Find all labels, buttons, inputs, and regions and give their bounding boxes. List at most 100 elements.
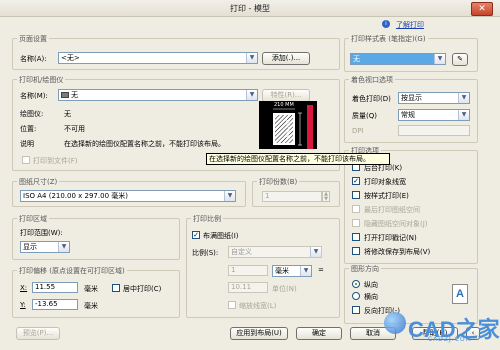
title-bar: 打印 - 模型 ✕: [0, 0, 500, 17]
orientation-preview-icon: A: [452, 284, 468, 304]
scale-lineweights-checkbox[interactable]: [228, 301, 236, 309]
plot-option-label: 最后打印图纸空间: [364, 206, 420, 214]
center-plot-checkbox[interactable]: [112, 284, 120, 292]
close-button[interactable]: ✕: [471, 2, 493, 16]
printer-name-label: 名称(M):: [20, 92, 48, 100]
offset-x-value: 11.55: [35, 283, 56, 291]
plot-option-label: 打印对象线宽: [364, 178, 406, 186]
scale-value1-input[interactable]: 1: [228, 265, 268, 276]
chevron-down-icon: ▼: [458, 93, 469, 103]
chevron-down-icon: ▼: [300, 266, 311, 276]
plotter-label: 绘图仪:: [20, 110, 44, 118]
printer-title: 打印机/绘图仪: [17, 75, 66, 85]
location-value: 不可用: [64, 125, 85, 133]
shade-plot-combo[interactable]: 按显示 ▼: [398, 92, 470, 104]
offset-x-input[interactable]: 11.55: [32, 282, 78, 293]
paper-size-combo[interactable]: ISO A4 (210.00 x 297.00 毫米) ▼: [20, 190, 236, 202]
plot-option-checkbox[interactable]: ✓: [352, 177, 360, 185]
what-to-plot-combo[interactable]: 显示 ▼: [20, 241, 70, 253]
paper-size-value: ISO A4 (210.00 x 297.00 毫米): [23, 192, 128, 200]
scale-value1: 1: [231, 266, 236, 274]
page-setup-title: 页面设置: [17, 34, 49, 44]
scale-unit2-label: 单位(N): [272, 285, 297, 293]
portrait-label: 纵向: [364, 281, 378, 289]
copies-value: 1: [265, 192, 270, 200]
copies-spinner[interactable]: ▲ ▼: [322, 191, 330, 202]
dpi-input[interactable]: [398, 125, 470, 136]
page-setup-name-combo[interactable]: <无> ▼: [58, 52, 258, 64]
plot-option-checkbox[interactable]: [352, 233, 360, 241]
plot-option-checkbox[interactable]: [352, 191, 360, 199]
pen-icon: ✎: [457, 55, 463, 63]
offset-x-unit: 毫米: [84, 285, 98, 293]
learn-printing-link[interactable]: 了解打印: [396, 20, 424, 30]
paper-size-title: 图纸尺寸(Z): [17, 177, 60, 187]
paper-height-dimension: 297 MM: [284, 119, 290, 139]
portrait-radio[interactable]: [352, 280, 360, 288]
plot-area-group: 打印区域: [12, 214, 180, 260]
print-to-file-label: 打印到文件(F): [33, 157, 78, 165]
print-to-file-checkbox[interactable]: [22, 156, 30, 164]
info-icon: i: [382, 20, 390, 28]
chevron-down-icon: ▼: [246, 53, 257, 63]
plot-option-label: 隐藏图纸空间对象(J): [364, 220, 428, 228]
paper-width-dimension: 210 MM: [274, 102, 294, 108]
chevron-down-icon: ▼: [224, 191, 235, 201]
chevron-down-icon: ▼: [458, 110, 469, 120]
ok-button[interactable]: 确定: [296, 327, 342, 340]
plot-option-checkbox[interactable]: [352, 205, 360, 213]
window-title: 打印 - 模型: [230, 4, 270, 13]
printer-name-combo[interactable]: 无 ▼: [58, 89, 258, 101]
orientation-letter: A: [456, 288, 464, 300]
plot-option-label: 按样式打印(E): [364, 192, 409, 200]
quality-label: 质量(Q): [352, 112, 377, 120]
printer-name-value: 无: [71, 91, 78, 99]
landscape-radio[interactable]: [352, 292, 360, 300]
plotter-value: 无: [64, 110, 71, 118]
apply-to-layout-button[interactable]: 应用到布局(U): [230, 327, 288, 340]
copies-input[interactable]: 1: [262, 191, 322, 202]
location-label: 位置:: [20, 125, 37, 133]
shaded-viewport-title: 着色视口选项: [349, 75, 395, 85]
plot-area-title: 打印区域: [17, 214, 49, 224]
scale-value2-input[interactable]: 10.11: [228, 282, 268, 293]
landscape-label: 横向: [364, 293, 378, 301]
plot-style-combo[interactable]: 无 ▼: [350, 53, 446, 65]
scale-unit-combo[interactable]: 毫米 ▼: [272, 265, 312, 277]
quality-combo[interactable]: 常规 ▼: [398, 109, 470, 121]
plot-style-value: 无: [353, 55, 360, 63]
description-value: 在选择新的绘图仪配置名称之前，不能打印该布局。: [64, 140, 225, 148]
plot-option-label: 打开打印戳记(N): [364, 234, 417, 242]
fit-to-paper-checkbox[interactable]: ✓: [192, 231, 200, 239]
chevron-down-icon: ▼: [58, 242, 69, 252]
add-page-setup-button[interactable]: 添加(.)...: [262, 52, 310, 65]
paper-preview: 210 MM 297 MM: [259, 101, 317, 149]
shade-plot-value: 按显示: [401, 94, 422, 102]
plot-option-checkbox[interactable]: [352, 219, 360, 227]
copies-title: 打印份数(B): [257, 177, 300, 187]
what-to-plot-label: 打印范围(W):: [20, 229, 63, 237]
scale-value: 自定义: [231, 248, 252, 256]
scale-equals: =: [318, 266, 324, 274]
chevron-down-icon: ▼: [246, 90, 257, 100]
scale-value2: 10.11: [231, 283, 252, 291]
shade-plot-label: 着色打印(D): [352, 95, 391, 103]
orientation-title: 图形方向: [349, 264, 381, 274]
edit-plot-style-button[interactable]: ✎: [452, 53, 468, 66]
offset-y-input[interactable]: -13.65: [32, 299, 78, 310]
chevron-down-icon: ▼: [434, 54, 445, 64]
preview-button[interactable]: 预览(P)...: [16, 327, 60, 340]
offset-x-label: X:: [20, 284, 28, 292]
what-to-plot-value: 显示: [23, 243, 37, 251]
scale-lineweights-label: 缩放线宽(L): [239, 302, 277, 310]
tooltip: 在选择新的绘图仪配置名称之前，不能打印该布局。: [206, 153, 390, 165]
upside-down-checkbox[interactable]: [352, 306, 360, 314]
plot-option-checkbox[interactable]: [352, 247, 360, 255]
quality-value: 常规: [401, 111, 415, 119]
plot-offset-title: 打印偏移 (原点设置在可打印区域): [17, 266, 127, 276]
center-plot-label: 居中打印(C): [123, 285, 162, 293]
offset-y-unit: 毫米: [84, 302, 98, 310]
print-dialog: 打印 - 模型 ✕ i 了解打印 页面设置 名称(A): <无> ▼ 添加(.)…: [0, 0, 500, 350]
cad-logo-icon: [384, 312, 406, 334]
scale-combo[interactable]: 自定义 ▼: [228, 246, 322, 258]
